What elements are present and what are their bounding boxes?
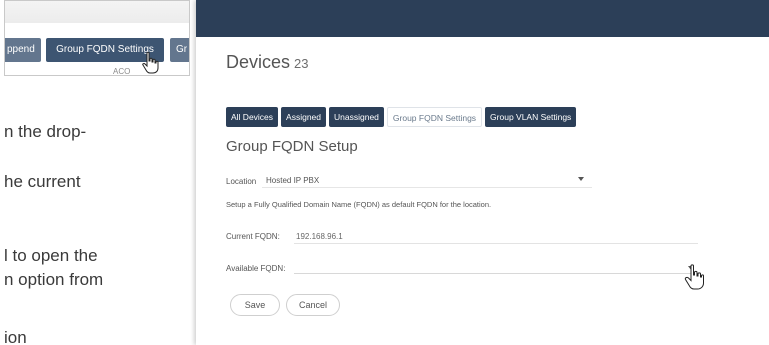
description-text: Setup a Fully Qualified Domain Name (FQD… [226,200,492,209]
tab-group-fqdn-settings[interactable]: Group FQDN Settings [386,107,483,127]
tab-group-vlan-settings[interactable]: Group VLAN Settings [485,107,577,127]
location-label: Location [226,177,257,186]
doc-text-line: l to open the [4,246,98,265]
tab-all-devices[interactable]: All Devices [226,107,279,127]
location-value: Hosted IP PBX [266,176,320,185]
device-count: 23 [294,56,309,71]
tab-unassigned[interactable]: Unassigned [329,107,384,127]
thumbnail-tab-next: Gr [170,38,189,62]
thumbnail-blurred-area [5,1,189,23]
hand-cursor-icon [142,52,159,74]
doc-text-line: ion [4,328,27,345]
available-fqdn-select[interactable] [294,258,698,274]
divider [294,243,698,244]
page-title-text: Devices [226,52,291,72]
device-tabs: All Devices Assigned Unassigned Group FQ… [226,107,577,127]
doc-text-line: he current [4,172,81,191]
thumbnail-tab-previous: ppend [5,38,41,62]
app-header-bar [196,0,769,37]
available-fqdn-label: Available FQDN: [226,264,286,273]
page-title: Devices 23 [226,52,309,73]
current-fqdn-value: 192.168.96.1 [296,232,343,241]
doc-text-line: n option from [4,270,104,289]
cancel-button[interactable]: Cancel [286,294,340,316]
current-fqdn-label: Current FQDN: [226,232,280,241]
save-button[interactable]: Save [230,294,280,316]
chevron-down-icon[interactable] [578,177,584,181]
app-panel: Devices 23 All Devices Assigned Unassigne… [196,0,769,345]
doc-text-line: n the drop- [4,122,87,141]
section-title: Group FQDN Setup [226,138,358,155]
hand-cursor-icon [684,264,704,290]
tab-assigned[interactable]: Assigned [281,107,327,127]
thumbnail-callout: ppend Group FQDN Settings Gr ACO [4,0,190,76]
thumbnail-subtext: ACO [113,67,131,76]
